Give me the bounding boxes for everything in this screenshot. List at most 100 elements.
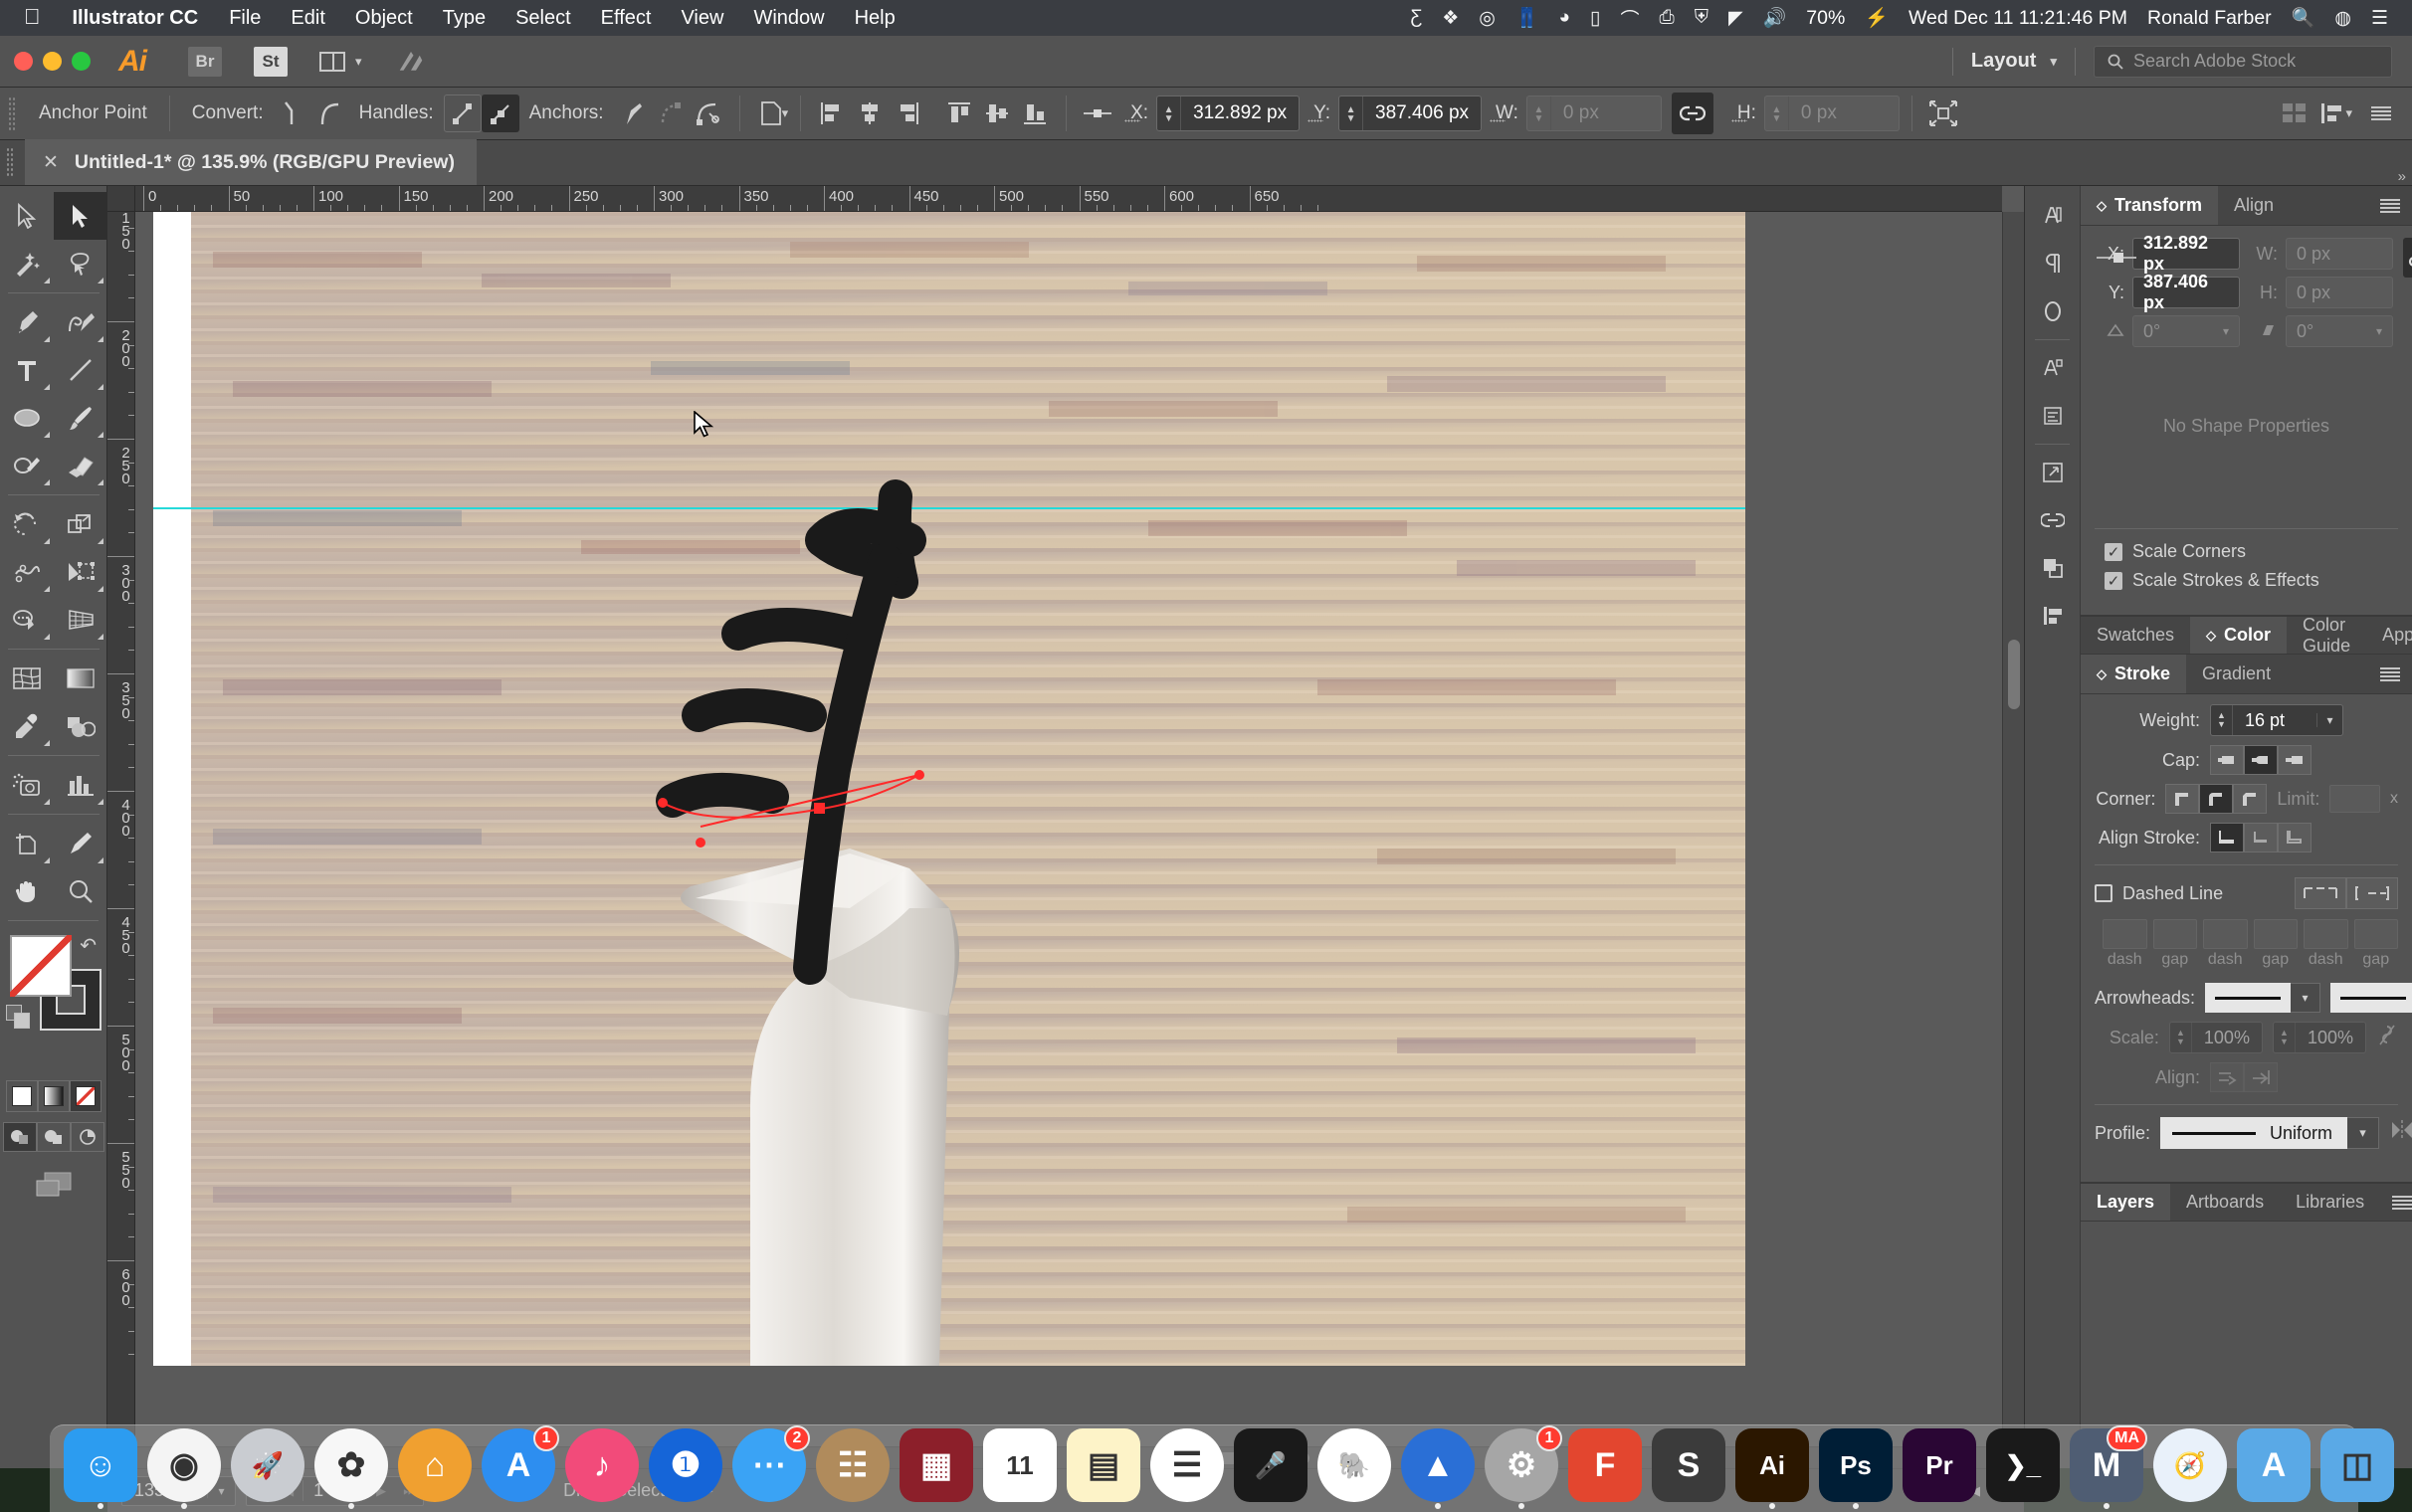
battery-health-icon[interactable]: ▯: [1580, 7, 1610, 30]
search-icon[interactable]: 🔍: [2282, 6, 2325, 30]
rotate-input[interactable]: 0° ▾: [2132, 315, 2240, 347]
transform-icon[interactable]: [1924, 94, 1962, 132]
line-segment-tool[interactable]: [54, 346, 107, 394]
chevron-down-icon[interactable]: ▾: [2347, 1117, 2380, 1149]
panel-menu-icon[interactable]: [2368, 655, 2412, 693]
cleanmymac-icon[interactable]: 👖: [1506, 6, 1549, 30]
default-fill-stroke-icon[interactable]: [6, 1005, 32, 1031]
zoom-tool[interactable]: [54, 867, 107, 915]
dock-item-terminal[interactable]: ❯_: [1986, 1428, 2060, 1502]
airplay-icon[interactable]: ⎙: [1650, 7, 1685, 29]
photos-sync-icon[interactable]: ◕: [1549, 7, 1580, 29]
y-stepper[interactable]: ▲ ▼: [1339, 96, 1364, 130]
dash-field-1[interactable]: [2103, 919, 2147, 949]
link-wh-icon[interactable]: [1671, 93, 1713, 134]
shape-builder-tool[interactable]: [0, 596, 54, 644]
limit-input[interactable]: [2329, 785, 2380, 813]
control-h-input[interactable]: ▲ ▼ 0 px: [1763, 95, 1900, 131]
opacity-panel-icon[interactable]: [2025, 287, 2080, 335]
asset-export-icon[interactable]: [2025, 449, 2080, 496]
selection-tool[interactable]: [0, 192, 54, 240]
miter-join-icon[interactable]: [2165, 784, 2200, 814]
round-join-icon[interactable]: [2199, 784, 2234, 814]
gradient-tool[interactable]: [54, 655, 107, 702]
menu-app-name[interactable]: Illustrator CC: [57, 7, 215, 30]
dock-item-nordvpn[interactable]: ▲: [1401, 1428, 1475, 1509]
align-center-h-icon[interactable]: [851, 94, 889, 132]
remove-anchor-icon[interactable]: [652, 94, 690, 132]
document-setup-icon[interactable]: [2276, 94, 2313, 132]
ruler-origin[interactable]: [107, 186, 135, 212]
round-cap-icon[interactable]: [2244, 745, 2278, 775]
transform-y-input[interactable]: 387.406 px: [2132, 272, 2240, 312]
close-icon[interactable]: ✕: [43, 151, 59, 174]
dock-item-contacts[interactable]: ☷: [816, 1428, 890, 1502]
tab-libraries[interactable]: Libraries: [2280, 1184, 2380, 1221]
bevel-join-icon[interactable]: [2233, 784, 2268, 814]
gap-field-2[interactable]: [2253, 919, 2298, 949]
free-transform-tool[interactable]: [54, 548, 107, 596]
perspective-grid-tool[interactable]: [54, 596, 107, 644]
dock-item-sublime-text[interactable]: S: [1652, 1428, 1725, 1502]
chevron-down-icon[interactable]: ▾: [2345, 105, 2352, 121]
draw-normal-button[interactable]: [2, 1122, 37, 1152]
menu-item-file[interactable]: File: [214, 7, 276, 30]
tab-bar-gripper[interactable]: [6, 147, 15, 177]
dock-item-photos[interactable]: ✿: [314, 1428, 388, 1509]
w-stepper[interactable]: ▲ ▼: [1527, 96, 1551, 130]
align-top-icon[interactable]: [940, 94, 978, 132]
menu-item-effect[interactable]: Effect: [586, 7, 667, 30]
arc-icon[interactable]: ⌒: [1611, 5, 1650, 32]
dropbox-icon[interactable]: ❖: [1432, 7, 1469, 30]
chevron-down-icon[interactable]: ▾: [2291, 983, 2321, 1013]
siri-icon[interactable]: ◍: [2324, 7, 2361, 30]
width-tool[interactable]: [0, 548, 54, 596]
dock-item-sketchup[interactable]: F: [1568, 1428, 1642, 1502]
stock-button[interactable]: St: [254, 46, 288, 77]
document-tab[interactable]: ✕ Untitled-1* @ 135.9% (RGB/GPU Preview): [25, 139, 477, 185]
dash-adjust-to-fit-icon[interactable]: [2346, 877, 2398, 909]
swap-fill-stroke-icon[interactable]: ↶: [80, 933, 97, 958]
dock-item-launchpad[interactable]: 🚀: [231, 1428, 304, 1502]
close-window-button[interactable]: [14, 52, 33, 71]
dock-item-downloads-folder[interactable]: A: [2237, 1428, 2311, 1502]
place-arrow-at-end-icon[interactable]: [2244, 1062, 2278, 1092]
dock-item-finder[interactable]: ☺: [64, 1428, 137, 1509]
control-bar-gripper[interactable]: [8, 96, 17, 130]
links-panel-icon[interactable]: [2025, 496, 2080, 544]
dock-item-premiere-pro[interactable]: Pr: [1903, 1428, 1976, 1502]
dash-field-2[interactable]: [2203, 919, 2248, 949]
symbol-sprayer-tool[interactable]: [0, 761, 54, 809]
curvature-tool[interactable]: [54, 298, 107, 346]
stroke-weight-input[interactable]: ▲ ▼ 16 pt ▾: [2210, 704, 2343, 736]
reference-point-icon[interactable]: [1079, 94, 1116, 132]
link-wh-icon[interactable]: [2403, 238, 2412, 278]
chevron-double-right-icon[interactable]: »: [2398, 168, 2406, 185]
show-handles-icon[interactable]: [443, 94, 482, 132]
artboard[interactable]: [153, 212, 1745, 1366]
dash-preserve-exact-icon[interactable]: [2295, 877, 2346, 909]
rotate-tool[interactable]: [0, 500, 54, 548]
add-anchor-icon[interactable]: [614, 94, 652, 132]
volume-icon[interactable]: 🔊: [1753, 6, 1797, 30]
chevron-down-icon[interactable]: ▾: [2316, 713, 2342, 727]
transform-w-input[interactable]: 0 px: [2286, 238, 2393, 270]
tab-appearance[interactable]: Appearance: [2366, 617, 2412, 654]
workspace-switcher[interactable]: Layout ▾: [1971, 50, 2057, 73]
chevron-down-icon[interactable]: ▾: [782, 105, 789, 121]
profile-select[interactable]: Uniform ▾: [2160, 1117, 2380, 1149]
align-stroke-outside-icon[interactable]: [2278, 823, 2312, 852]
scale-corners-checkbox[interactable]: ✓ Scale Corners: [2105, 541, 2398, 562]
dock-item-system-preferences[interactable]: ⚙ 1: [1485, 1425, 1562, 1509]
dock-item-reminders[interactable]: ☰: [1150, 1428, 1224, 1502]
vertical-scrollbar[interactable]: [2002, 212, 2024, 1446]
arrange-documents-icon[interactable]: ▾: [319, 51, 362, 72]
lasso-tool[interactable]: [54, 240, 107, 287]
paragraph-panel-icon[interactable]: [2025, 240, 2080, 287]
draw-inside-button[interactable]: [70, 1122, 104, 1152]
menu-item-edit[interactable]: Edit: [276, 7, 339, 30]
hide-handles-icon[interactable]: [481, 94, 519, 132]
extend-arrow-beyond-end-icon[interactable]: [2210, 1062, 2244, 1092]
eraser-tool[interactable]: [54, 442, 107, 489]
gap-field-1[interactable]: [2152, 919, 2197, 949]
